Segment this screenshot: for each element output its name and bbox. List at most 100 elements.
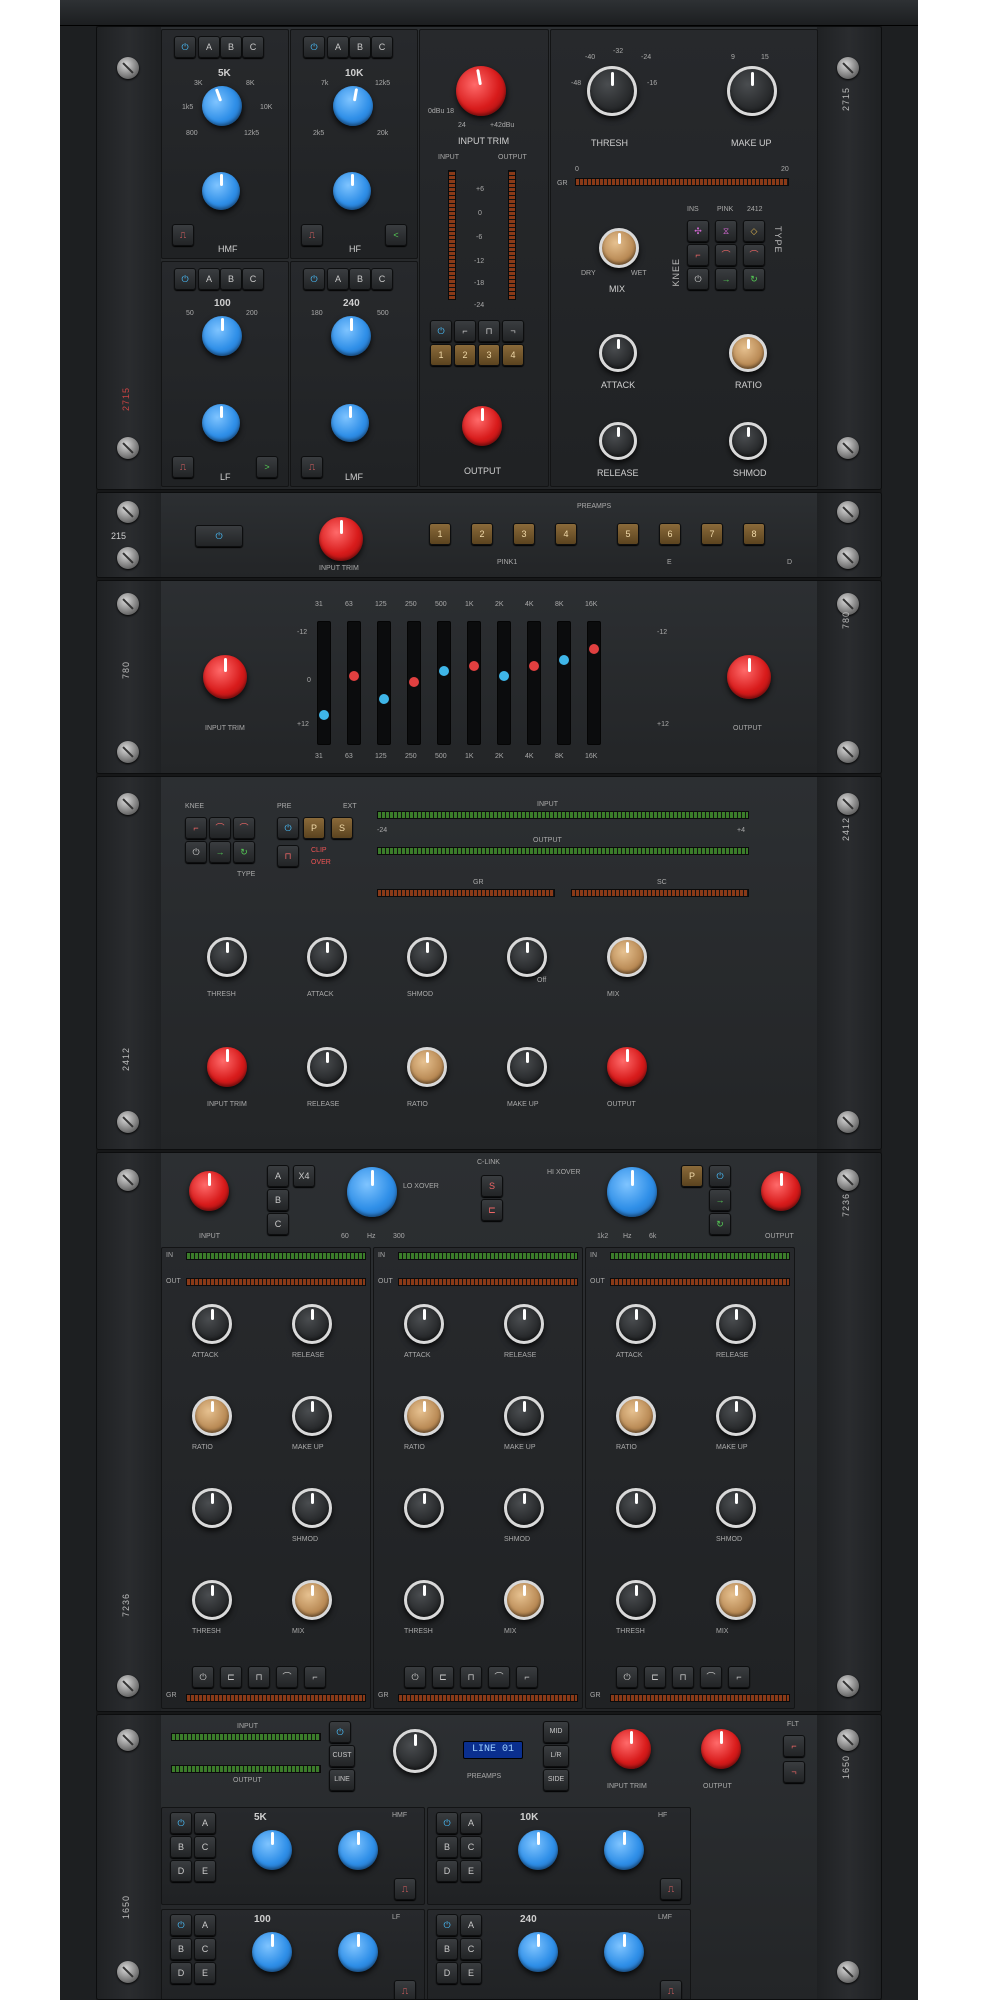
shape-b-button[interactable]: B [220, 36, 242, 58]
output-knob[interactable] [462, 406, 502, 446]
release-knob[interactable] [599, 422, 637, 460]
c-button[interactable]: C [194, 1836, 216, 1858]
b-button[interactable]: B [436, 1836, 458, 1858]
lmf-freq-knob[interactable] [331, 316, 371, 356]
preamp-slot-2[interactable]: 2 [471, 523, 493, 545]
power-icon[interactable]: ⏻ [329, 1721, 351, 1743]
d-button[interactable]: D [170, 1860, 192, 1882]
knee-hard-icon[interactable]: ⌐ [687, 244, 709, 266]
lmf-freq-knob[interactable] [518, 1932, 558, 1972]
power-icon[interactable]: ⏻ [174, 268, 196, 290]
type-arrow-icon[interactable]: → [715, 268, 737, 290]
output-knob[interactable] [701, 1729, 741, 1769]
preamp-select-knob[interactable] [393, 1729, 437, 1773]
knob-row2-2[interactable] [407, 1047, 447, 1087]
b-button[interactable]: B [436, 1938, 458, 1960]
knob-row2-3[interactable] [507, 1047, 547, 1087]
knob-row2-0[interactable] [207, 1047, 247, 1087]
attack-knob[interactable] [599, 334, 637, 372]
band-knob[interactable] [716, 1580, 756, 1620]
power-icon[interactable]: ⏻ [174, 36, 196, 58]
side-button[interactable]: SIDE [543, 1769, 569, 1791]
x4-button[interactable]: X4 [293, 1165, 315, 1187]
curve-icon[interactable]: ⊓ [478, 320, 500, 342]
preamp-slot-6[interactable]: 6 [659, 523, 681, 545]
s-button[interactable]: S [331, 817, 353, 839]
eq-fader-31[interactable] [317, 621, 331, 745]
band-knob[interactable] [716, 1488, 756, 1528]
preamp-slot-7[interactable]: 7 [701, 523, 723, 545]
mode-icon[interactable]: ⌐ [304, 1666, 326, 1688]
band-knob[interactable] [192, 1580, 232, 1620]
mode-icon[interactable]: ⊏ [644, 1666, 666, 1688]
a-button[interactable]: A [460, 1812, 482, 1834]
mode-icon[interactable]: ⌒ [488, 1666, 510, 1688]
preamp-slot-3[interactable]: 3 [513, 523, 535, 545]
input-trim-knob[interactable] [611, 1729, 651, 1769]
knee-soft-icon[interactable]: ⌒ [743, 244, 765, 266]
band-knob[interactable] [616, 1488, 656, 1528]
fader-cap[interactable] [529, 661, 539, 671]
hf-gain-knob[interactable] [333, 172, 371, 210]
band-knob[interactable] [716, 1396, 756, 1436]
pink-icon[interactable]: ⧖ [715, 220, 737, 242]
route-2-button[interactable]: 2 [454, 344, 476, 366]
output-knob[interactable] [727, 655, 771, 699]
mode-icon[interactable]: ⊓ [248, 1666, 270, 1688]
hmf-gain-knob[interactable] [202, 172, 240, 210]
type-power-icon[interactable]: ⏻ [185, 841, 207, 863]
power-icon[interactable]: ⏻ [170, 1914, 192, 1936]
shape-a-button[interactable]: A [327, 36, 349, 58]
route-3-button[interactable]: 3 [478, 344, 500, 366]
a-button[interactable]: A [267, 1165, 289, 1187]
shape-c-button[interactable]: C [371, 268, 393, 290]
knob-row2-4[interactable] [607, 1047, 647, 1087]
bell-icon[interactable]: ⎍ [660, 1980, 682, 1999]
input-trim-knob[interactable] [452, 62, 510, 120]
hf-gain-knob[interactable] [604, 1830, 644, 1870]
ratio-knob[interactable] [729, 334, 767, 372]
lf-gain-knob[interactable] [338, 1932, 378, 1972]
band-knob[interactable] [292, 1580, 332, 1620]
band-knob[interactable] [404, 1304, 444, 1344]
knob-row1-4[interactable] [607, 937, 647, 977]
line-button[interactable]: LINE [329, 1769, 355, 1791]
c-button[interactable]: C [267, 1213, 289, 1235]
mode-icon[interactable]: ⏻ [404, 1666, 426, 1688]
hi-xover-knob[interactable] [607, 1167, 657, 1217]
band-knob[interactable] [292, 1488, 332, 1528]
knee-soft-icon[interactable]: ⌒ [233, 817, 255, 839]
eq-fader-250[interactable] [407, 621, 421, 745]
bell-icon[interactable]: ⎍ [394, 1980, 416, 1999]
power-icon[interactable]: ⏻ [195, 525, 243, 547]
fader-cap[interactable] [589, 644, 599, 654]
type-power-icon[interactable]: ⏻ [687, 268, 709, 290]
band-knob[interactable] [504, 1304, 544, 1344]
b-button[interactable]: B [170, 1836, 192, 1858]
band-knob[interactable] [292, 1396, 332, 1436]
mode-icon[interactable]: ⊏ [432, 1666, 454, 1688]
2412-icon[interactable]: ◇ [743, 220, 765, 242]
band-knob[interactable] [616, 1580, 656, 1620]
mode-icon[interactable]: ⌐ [516, 1666, 538, 1688]
clip-icon[interactable]: ⊓ [277, 845, 299, 867]
lo-xover-knob[interactable] [347, 1167, 397, 1217]
fader-cap[interactable] [409, 677, 419, 687]
preamp-slot-4[interactable]: 4 [555, 523, 577, 545]
eq-fader-125[interactable] [377, 621, 391, 745]
knee-hard-icon[interactable]: ⌐ [185, 817, 207, 839]
knob-row1-1[interactable] [307, 937, 347, 977]
c-button[interactable]: C [194, 1938, 216, 1960]
eq-fader-500[interactable] [437, 621, 451, 745]
lf-freq-knob[interactable] [202, 316, 242, 356]
cycle-icon[interactable]: ↻ [709, 1213, 731, 1235]
mode-icon[interactable]: ⌒ [700, 1666, 722, 1688]
band-knob[interactable] [716, 1304, 756, 1344]
power-icon[interactable]: ⏻ [277, 817, 299, 839]
eq-fader-4K[interactable] [527, 621, 541, 745]
shelf-icon[interactable]: < [385, 224, 407, 246]
band-knob[interactable] [192, 1488, 232, 1528]
type-cycle-icon[interactable]: ↻ [743, 268, 765, 290]
mode-icon[interactable]: ⏻ [616, 1666, 638, 1688]
fader-cap[interactable] [559, 655, 569, 665]
